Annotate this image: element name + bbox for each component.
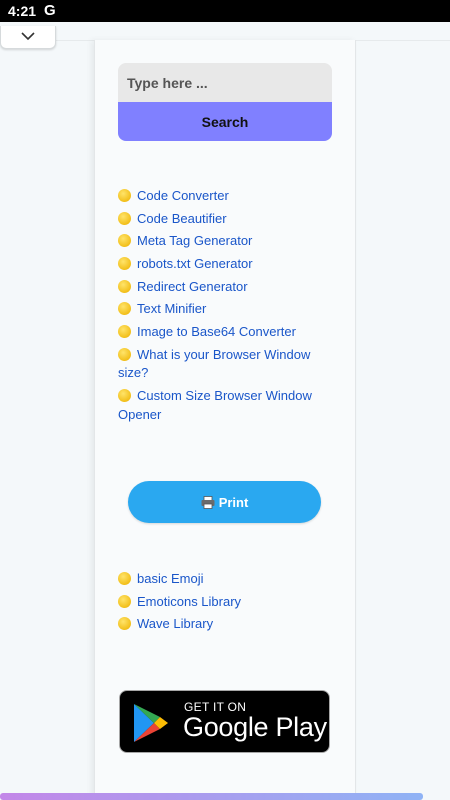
yellow-circle-icon	[118, 617, 131, 631]
search-button[interactable]: Search	[118, 102, 332, 141]
list-item: Redirect Generator	[118, 278, 330, 297]
link-text-minifier[interactable]: Text Minifier	[137, 301, 206, 316]
yellow-circle-icon	[118, 279, 131, 293]
list-item: Image to Base64 Converter	[118, 323, 330, 342]
yellow-circle-icon	[118, 257, 131, 271]
gesture-bar	[0, 793, 423, 800]
badge-large-text: Google Play	[183, 712, 327, 742]
google-play-badge[interactable]: GET IT ON Google Play	[119, 690, 330, 753]
list-item: Wave Library	[118, 615, 330, 634]
link-wave-library[interactable]: Wave Library	[137, 616, 213, 631]
link-meta-tag-generator[interactable]: Meta Tag Generator	[137, 233, 252, 248]
link-emoticons-library[interactable]: Emoticons Library	[137, 594, 241, 609]
chevron-down-icon	[21, 32, 35, 41]
list-item: basic Emoji	[118, 570, 330, 589]
link-code-converter[interactable]: Code Converter	[137, 188, 229, 203]
yellow-circle-icon	[118, 211, 131, 225]
yellow-circle-icon	[118, 302, 131, 316]
print-button[interactable]: Print	[128, 481, 321, 523]
list-item: Code Converter	[118, 187, 330, 206]
link-code-beautifier[interactable]: Code Beautifier	[137, 211, 227, 226]
google-play-logo-icon	[134, 704, 168, 742]
yellow-circle-icon	[118, 594, 131, 608]
print-button-label: Print	[218, 494, 249, 510]
search-input[interactable]	[118, 63, 332, 102]
list-item: Code Beautifier	[118, 210, 330, 229]
list-item: Meta Tag Generator	[118, 232, 330, 251]
link-browser-window-size[interactable]: What is your Browser Window size?	[118, 347, 310, 381]
printer-icon	[201, 495, 215, 509]
collapse-toggle-button[interactable]	[0, 26, 56, 49]
list-item: Custom Size Browser Window Opener	[118, 387, 330, 424]
yellow-circle-icon	[118, 325, 131, 339]
list-item: robots.txt Generator	[118, 255, 330, 274]
emoji-link-list: basic Emoji Emoticons Library Wave Libra…	[118, 570, 330, 638]
link-redirect-generator[interactable]: Redirect Generator	[137, 279, 248, 294]
status-bar: 4:21 G	[0, 0, 450, 22]
link-image-to-base64[interactable]: Image to Base64 Converter	[137, 324, 296, 339]
tools-link-list: Code Converter Code Beautifier Meta Tag …	[118, 187, 330, 428]
yellow-circle-icon	[118, 234, 131, 248]
list-item: Text Minifier	[118, 300, 330, 319]
yellow-circle-icon	[118, 347, 131, 361]
link-basic-emoji[interactable]: basic Emoji	[137, 571, 203, 586]
yellow-circle-icon	[118, 572, 131, 585]
list-item: What is your Browser Window size?	[118, 346, 330, 383]
yellow-circle-icon	[118, 189, 131, 202]
yellow-circle-icon	[118, 389, 131, 402]
status-time: 4:21	[8, 3, 37, 19]
link-robots-txt-generator[interactable]: robots.txt Generator	[137, 256, 253, 271]
list-item: Emoticons Library	[118, 593, 330, 612]
link-custom-window-opener[interactable]: Custom Size Browser Window Opener	[118, 388, 312, 422]
google-icon: G	[44, 2, 56, 19]
top-strip	[0, 22, 450, 41]
